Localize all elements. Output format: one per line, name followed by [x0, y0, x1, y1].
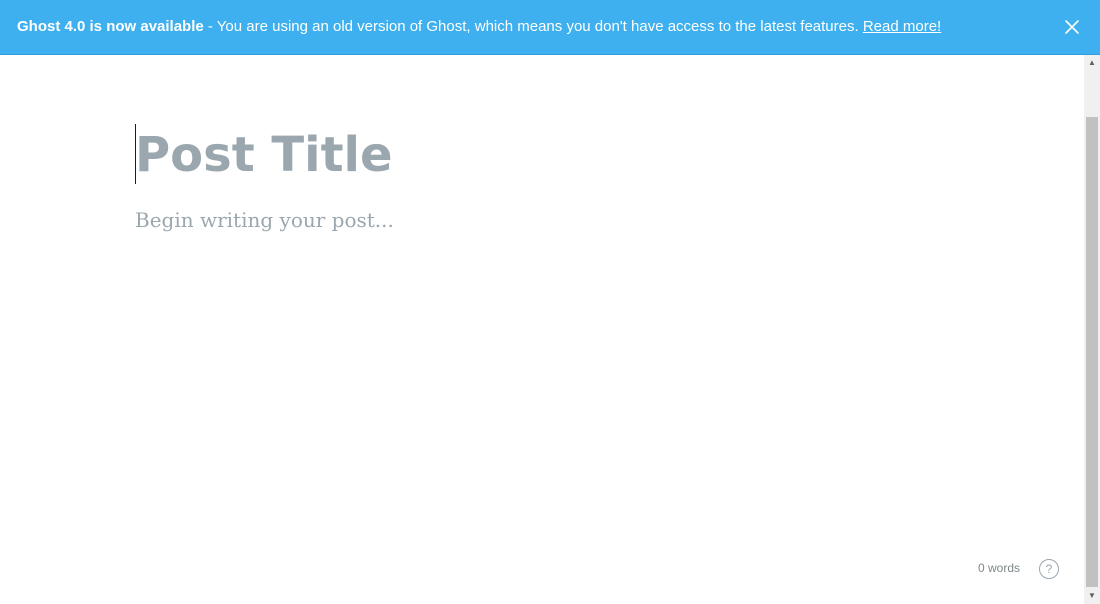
- vertical-scrollbar[interactable]: ▲ ▼: [1084, 55, 1100, 604]
- banner-message: - You are using an old version of Ghost,…: [203, 18, 863, 35]
- help-circle-icon[interactable]: ?: [1039, 559, 1059, 579]
- word-count: 0 words: [978, 561, 1021, 575]
- post-title-input[interactable]: [135, 125, 935, 185]
- text-caret: [135, 124, 136, 184]
- scroll-thumb[interactable]: [1086, 117, 1098, 587]
- banner-headline: Ghost 4.0 is now available: [17, 18, 204, 35]
- close-icon[interactable]: [1062, 17, 1082, 37]
- banner-text: Ghost 4.0 is now available - You are usi…: [17, 18, 941, 36]
- read-more-link[interactable]: Read more!: [863, 18, 941, 35]
- scroll-down-arrow[interactable]: ▼: [1084, 588, 1100, 604]
- post-editor: 0 words ?: [0, 55, 1084, 604]
- scroll-up-arrow[interactable]: ▲: [1084, 55, 1100, 71]
- update-banner: Ghost 4.0 is now available - You are usi…: [0, 0, 1100, 55]
- post-body-input[interactable]: [135, 205, 935, 235]
